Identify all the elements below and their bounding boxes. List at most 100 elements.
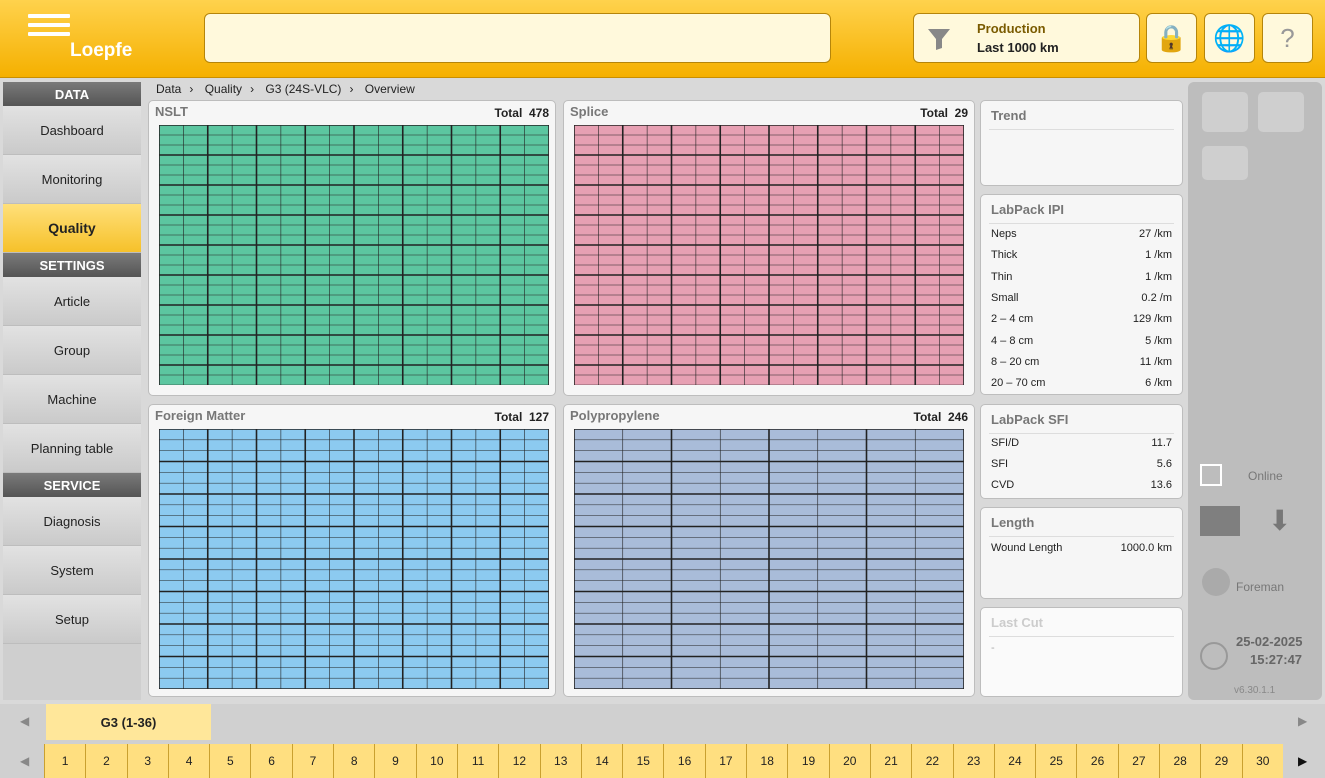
network-icon xyxy=(1200,464,1222,486)
search-box[interactable] xyxy=(204,13,831,63)
version: v6.30.1.1 xyxy=(1234,685,1276,696)
spindle-button[interactable]: 6 xyxy=(250,744,292,778)
sidebar-item-system[interactable]: System xyxy=(3,546,141,595)
spindle-button[interactable]: 30 xyxy=(1241,744,1283,778)
spindle-button[interactable]: 14 xyxy=(580,744,623,778)
sidebar-item-setup[interactable]: Setup xyxy=(3,595,141,644)
filter-icon xyxy=(928,29,950,50)
foreign-matter-panel[interactable]: Foreign Matter Total 127 xyxy=(148,404,556,697)
sidebar-item-diagnosis[interactable]: Diagnosis xyxy=(3,497,141,546)
spindle-button[interactable]: 12 xyxy=(498,744,540,778)
section-settings: SETTINGS xyxy=(3,253,141,277)
sidebar-item-monitoring[interactable]: Monitoring xyxy=(3,155,141,204)
spindle-prev-icon[interactable]: ◀ xyxy=(20,754,29,768)
download-icon[interactable]: ⬇ xyxy=(1268,504,1291,537)
trend-panel[interactable]: Trend xyxy=(980,100,1183,186)
splice-title: Splice xyxy=(570,104,609,119)
sidebar-item-dashboard[interactable]: Dashboard xyxy=(3,106,141,155)
pp-total: 246 xyxy=(947,410,968,424)
spindle-button[interactable]: 20 xyxy=(828,744,870,778)
sidebar-item-quality[interactable]: Quality xyxy=(3,204,141,253)
labpack-ipi-panel[interactable]: LabPack IPI Neps 27 /km Thick 1 /km Thin 1 /k… xyxy=(980,194,1183,395)
labpack-sfi-panel[interactable]: LabPack SFI SFI/D 11.7 SFI 5.6 CVD 13.6 xyxy=(980,404,1183,499)
spindle-button[interactable]: 9 xyxy=(374,744,416,778)
loepfe-logo: Loepfe xyxy=(8,10,132,65)
breadcrumb-group[interactable]: G3 (24S-VLC) xyxy=(265,82,341,96)
print-icon[interactable] xyxy=(1258,92,1304,132)
wound-length-value: 1000.0 km xyxy=(1120,542,1172,554)
spindle-button[interactable]: 3 xyxy=(126,744,168,778)
pp-classification-grid xyxy=(573,428,965,690)
breadcrumb-overview: Overview xyxy=(364,82,415,96)
filter-mode: Production xyxy=(977,21,1046,36)
sidebar-item-machine[interactable]: Machine xyxy=(3,375,141,424)
spindle-button[interactable]: 28 xyxy=(1159,744,1201,778)
clock-icon xyxy=(1200,642,1228,670)
monitor-icon[interactable] xyxy=(1200,506,1240,536)
breadcrumb: Data › Quality › G3 (24S-VLC) › Overview xyxy=(156,82,415,96)
time: 15:27:47 xyxy=(1250,652,1303,667)
breadcrumb-quality[interactable]: Quality xyxy=(205,82,242,96)
sidebar-item-article[interactable]: Article xyxy=(3,277,141,326)
group-prev-icon[interactable]: ◀ xyxy=(20,714,29,728)
ipi-row: Thick 1 /km xyxy=(991,249,1172,262)
spindle-button[interactable]: 22 xyxy=(911,744,953,778)
ipi-row: Thin 1 /km xyxy=(991,270,1172,283)
splice-classification-grid xyxy=(573,124,965,386)
spindle-button[interactable]: 2 xyxy=(85,744,127,778)
spindle-button[interactable]: 17 xyxy=(704,744,747,778)
online-status: Online xyxy=(1248,469,1283,483)
splice-panel[interactable]: Splice Total 29 xyxy=(563,100,975,396)
spindle-button[interactable]: 25 xyxy=(1035,744,1077,778)
spindle-button[interactable]: 1 xyxy=(44,744,86,778)
spindle-button[interactable]: 29 xyxy=(1200,744,1242,778)
spindle-button[interactable]: 19 xyxy=(787,744,829,778)
spindle-button[interactable]: 8 xyxy=(333,744,375,778)
spindle-button[interactable]: 21 xyxy=(869,744,912,778)
header: Loepfe Production Last 1000 km 🔒 🌐 ? xyxy=(0,0,1325,78)
polypropylene-panel[interactable]: Polypropylene Total 246 xyxy=(563,404,975,697)
spindle-button[interactable]: 24 xyxy=(993,744,1036,778)
group-next-icon[interactable]: ▶ xyxy=(1298,714,1307,728)
help-button[interactable]: ? xyxy=(1262,13,1313,63)
spindle-button[interactable]: 18 xyxy=(746,744,788,778)
group-tab[interactable]: G3 (1-36) xyxy=(46,704,211,740)
pp-title: Polypropylene xyxy=(570,408,660,423)
brand-name: Loepfe xyxy=(70,40,133,61)
spindle-button[interactable]: 26 xyxy=(1076,744,1118,778)
lock-icon: 🔒 xyxy=(1155,22,1188,53)
nslt-classification-grid xyxy=(158,124,550,386)
camera-icon[interactable] xyxy=(1202,92,1248,132)
spindle-button[interactable]: 11 xyxy=(456,744,499,778)
globe-button[interactable]: 🌐 xyxy=(1204,13,1255,63)
sidebar-item-planning-table[interactable]: Planning table xyxy=(3,424,141,473)
spindle-next-icon[interactable]: ▶ xyxy=(1298,754,1307,768)
sidebar-item-group[interactable]: Group xyxy=(3,326,141,375)
spindle-button[interactable]: 10 xyxy=(415,744,457,778)
spindle-button[interactable]: 16 xyxy=(663,744,705,778)
fm-total: 127 xyxy=(528,410,549,424)
sfi-row: SFI 5.6 xyxy=(991,458,1172,470)
user-role: Foreman xyxy=(1236,580,1285,594)
usb-icon[interactable] xyxy=(1202,146,1248,180)
sidebar: DATA Dashboard Monitoring Quality SETTIN… xyxy=(3,82,141,700)
spindle-button[interactable]: 27 xyxy=(1117,744,1160,778)
spindle-button[interactable]: 15 xyxy=(622,744,664,778)
spindle-button[interactable]: 4 xyxy=(167,744,210,778)
spindle-button[interactable]: 13 xyxy=(539,744,581,778)
spindle-button[interactable]: 5 xyxy=(209,744,251,778)
section-service: SERVICE xyxy=(3,473,141,497)
last-cut-panel[interactable]: Last Cut - xyxy=(980,607,1183,697)
sfi-row: CVD 13.6 xyxy=(991,479,1172,491)
length-panel[interactable]: Length Wound Length 1000.0 km xyxy=(980,507,1183,599)
ipi-row: Small 0.2 /m xyxy=(991,291,1172,304)
filter-range: Last 1000 km xyxy=(977,40,1059,55)
spindle-button[interactable]: 23 xyxy=(952,744,994,778)
right-panel: Online ⬇ Foreman 25-02-2025 15:27:47 v6.… xyxy=(1188,82,1322,700)
nslt-panel[interactable]: NSLT Total 478 xyxy=(148,100,556,396)
breadcrumb-data[interactable]: Data xyxy=(156,82,181,96)
spindle-button[interactable]: 7 xyxy=(291,744,334,778)
globe-icon: 🌐 xyxy=(1213,22,1246,53)
production-filter[interactable]: Production Last 1000 km xyxy=(913,13,1140,63)
lock-button[interactable]: 🔒 xyxy=(1146,13,1197,63)
